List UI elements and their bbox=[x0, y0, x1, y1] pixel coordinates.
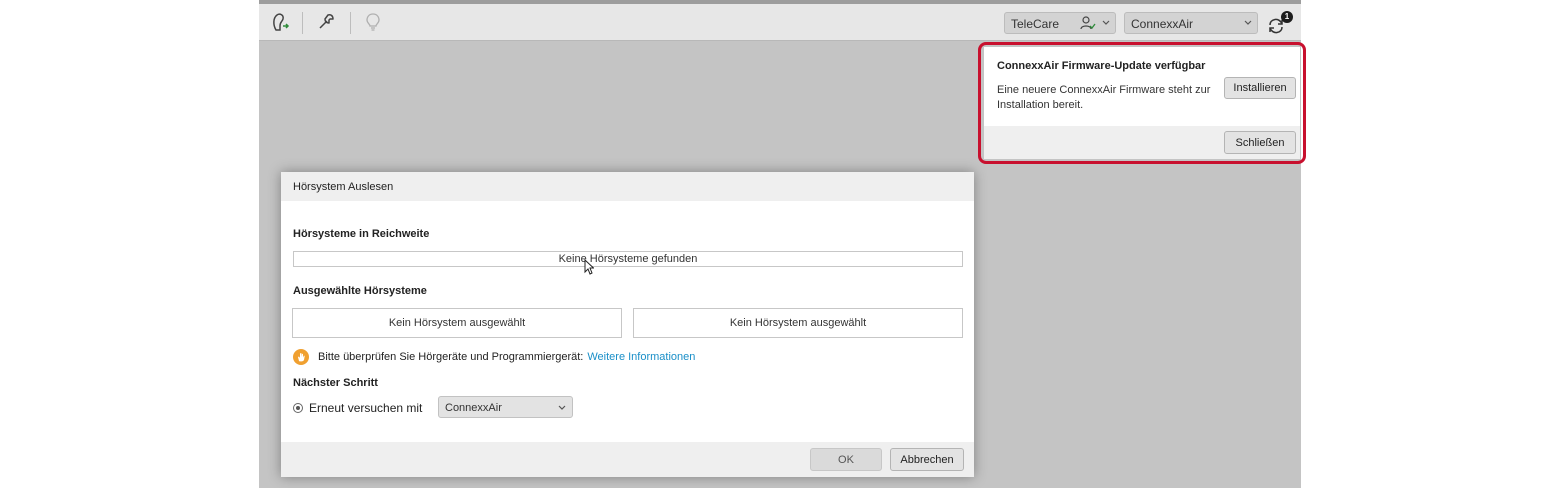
device-label: ConnexxAir bbox=[1131, 17, 1194, 31]
hearing-systems-list[interactable]: Keine Hörsysteme gefunden bbox=[293, 251, 963, 267]
sync-button[interactable]: 1 bbox=[1264, 11, 1293, 38]
read-hearing-system-dialog: Hörsystem Auslesen Hörsysteme in Reichwe… bbox=[281, 172, 974, 477]
toolbar-separator bbox=[350, 12, 351, 34]
lightbulb-button[interactable] bbox=[356, 4, 390, 40]
cancel-button[interactable]: Abbrechen bbox=[890, 448, 964, 471]
warning-hand-icon bbox=[293, 349, 309, 365]
notification-body: Eine neuere ConnexxAir Firmware steht zu… bbox=[997, 84, 1211, 111]
more-info-link[interactable]: Weitere Informationen bbox=[587, 351, 695, 363]
retry-option[interactable]: Erneut versuchen mit bbox=[293, 400, 422, 416]
telecare-label: TeleCare bbox=[1011, 17, 1060, 31]
chevron-down-icon bbox=[1102, 20, 1110, 25]
device-dropdown[interactable]: ConnexxAir bbox=[1124, 12, 1258, 34]
ok-button[interactable]: OK bbox=[810, 448, 882, 471]
close-button[interactable]: Schließen bbox=[1224, 131, 1296, 154]
wrench-icon bbox=[319, 14, 334, 29]
hearing-aid-icon bbox=[273, 13, 290, 31]
retry-device-dropdown[interactable]: ConnexxAir bbox=[438, 396, 573, 418]
notification-title: ConnexxAir Firmware-Update verfügbar bbox=[997, 60, 1206, 72]
selected-systems-label: Ausgewählte Hörsysteme bbox=[293, 285, 427, 297]
lightbulb-icon bbox=[366, 13, 380, 31]
in-range-label: Hörsysteme in Reichweite bbox=[293, 228, 430, 240]
retry-label: Erneut versuchen mit bbox=[309, 401, 423, 415]
user-check-icon bbox=[1080, 16, 1096, 30]
hearing-aid-button[interactable] bbox=[263, 4, 297, 40]
retry-radio[interactable] bbox=[293, 403, 303, 413]
retry-device-label: ConnexxAir bbox=[445, 402, 502, 414]
sync-count-badge: 1 bbox=[1281, 11, 1293, 23]
chevron-down-icon bbox=[1244, 20, 1252, 25]
install-button[interactable]: Installieren bbox=[1224, 77, 1296, 99]
warning-text: Bitte überprüfen Sie Hörgeräte und Progr… bbox=[318, 351, 584, 363]
next-step-label: Nächster Schritt bbox=[293, 377, 378, 389]
warning-row: Bitte überprüfen Sie Hörgeräte und Progr… bbox=[293, 349, 695, 365]
chevron-down-icon bbox=[558, 405, 566, 410]
tools-button[interactable] bbox=[309, 4, 343, 40]
mouse-cursor-icon bbox=[584, 259, 594, 275]
selected-slot-right[interactable]: Kein Hörsystem ausgewählt bbox=[633, 308, 963, 338]
dialog-footer: OK Abbrechen bbox=[281, 442, 974, 477]
toolbar-separator bbox=[302, 12, 303, 34]
selected-slot-left[interactable]: Kein Hörsystem ausgewählt bbox=[292, 308, 622, 338]
toolbar: TeleCare ConnexxAir 1 bbox=[259, 4, 1301, 41]
dialog-title: Hörsystem Auslesen bbox=[293, 181, 394, 193]
telecare-dropdown[interactable]: TeleCare bbox=[1004, 12, 1116, 34]
dialog-header: Hörsystem Auslesen bbox=[281, 172, 974, 201]
firmware-update-notification: ConnexxAir Firmware-Update verfügbar Ein… bbox=[984, 47, 1300, 159]
